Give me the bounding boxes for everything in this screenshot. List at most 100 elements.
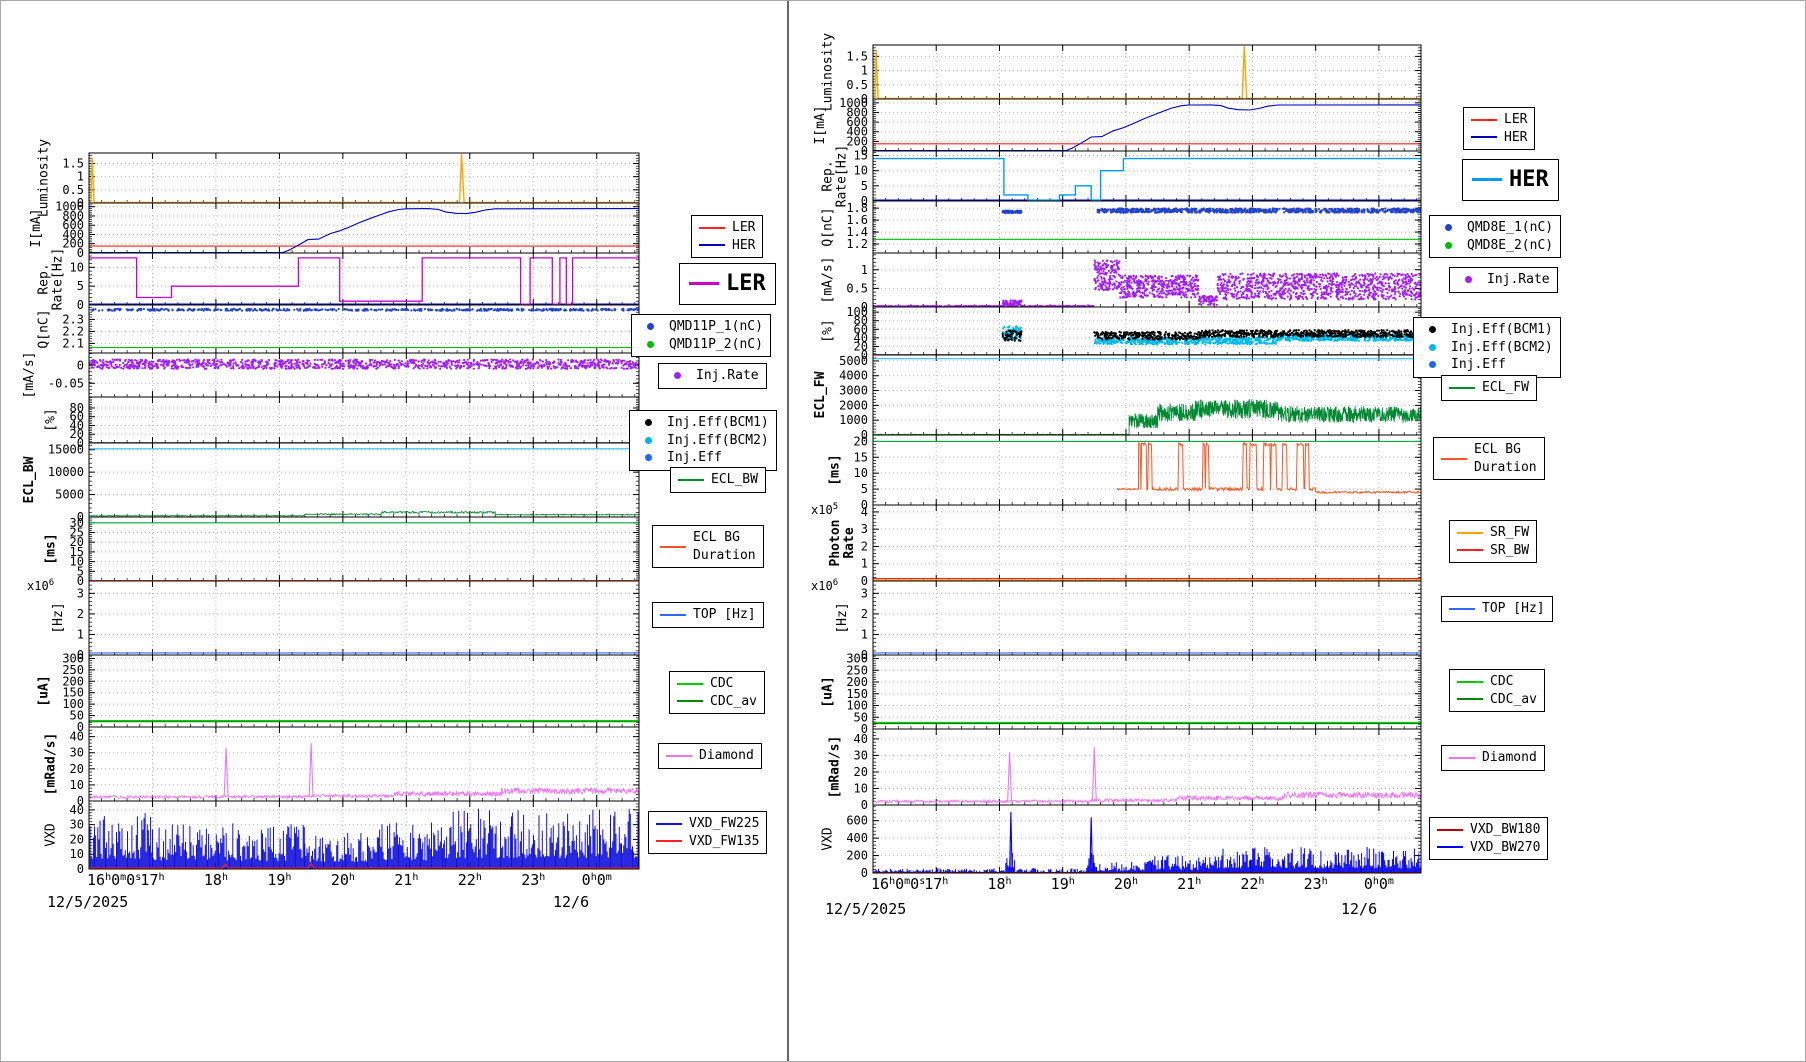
left-subplot-vxd: 010203040VXD [44, 801, 639, 876]
svg-text:VXD: VXD [44, 823, 59, 847]
svg-text:Q[nC]: Q[nC] [820, 207, 835, 246]
svg-text:30: 30 [70, 516, 84, 530]
svg-text:10: 10 [70, 778, 84, 792]
svg-text:40: 40 [70, 730, 84, 744]
svg-text:[ms]: [ms] [44, 533, 59, 564]
svg-text:5000: 5000 [55, 488, 84, 502]
svg-text:5: 5 [861, 179, 868, 193]
svg-text:[Hz]: [Hz] [51, 602, 66, 633]
right-series-ecl [873, 359, 1421, 435]
svg-text:12/5/2025: 12/5/2025 [47, 893, 128, 911]
right-series-lum [873, 46, 1421, 98]
left-series-injrate [89, 358, 640, 370]
svg-text:I[mA]: I[mA] [29, 208, 44, 247]
right-subplot-ecl: 010002000300040005000ECL_FW [813, 354, 1421, 442]
left-series-charge [89, 308, 640, 348]
svg-text:20h: 20h [331, 871, 355, 889]
left-subplot-top: 0123[Hz]x106 [27, 578, 639, 662]
svg-text:0.5: 0.5 [62, 183, 84, 197]
left-series-cdc [89, 721, 639, 722]
svg-text:300: 300 [62, 651, 84, 665]
right-subplot-diamond: 010203040[mRad/s] [828, 729, 1421, 812]
svg-text:30: 30 [70, 746, 84, 760]
right-series-reprate [873, 159, 1421, 201]
svg-text:Luminosity: Luminosity [820, 33, 835, 111]
panel-divider [787, 1, 789, 1061]
left-subplot-current: 02004006008001000I[mA] [29, 200, 639, 260]
left-subplot-ms: 051015202530[ms] [44, 516, 639, 588]
svg-text:1.6: 1.6 [846, 213, 868, 227]
svg-text:[uA]: [uA] [36, 675, 51, 706]
left-subplot-injeff: 020406080[%] [44, 397, 639, 450]
svg-text:Luminosity: Luminosity [36, 139, 51, 217]
charts-svg: 00.511.5Luminosity02004006008001000I[mA]… [1, 1, 1806, 1062]
svg-text:20: 20 [70, 832, 84, 846]
svg-text:40: 40 [70, 803, 84, 817]
left-subplot-lum: 00.511.5Luminosity [36, 139, 639, 217]
svg-text:16h0m0s: 16h0m0s [87, 871, 141, 889]
right-subplot-current: 02004006008001000I[mA] [813, 96, 1421, 158]
svg-text:x106: x106 [27, 578, 54, 593]
svg-text:1.4: 1.4 [846, 225, 868, 239]
left-subplot-reprate: 0 5 10 Rep.Rate[Hz] [37, 248, 639, 312]
left-series-vxd [89, 809, 639, 869]
svg-text:1: 1 [77, 627, 84, 641]
svg-text:2.1: 2.1 [62, 336, 84, 350]
right-series-current [873, 105, 1421, 151]
svg-text:ECL_BW: ECL_BW [22, 456, 37, 503]
right-subplot-ms: 05101520[ms] [828, 434, 1421, 512]
right-series-diamond [873, 747, 1421, 803]
svg-text:19h: 19h [267, 871, 291, 889]
svg-text:1000: 1000 [55, 200, 84, 214]
svg-text:3: 3 [77, 586, 84, 600]
right-series-charge [873, 207, 1422, 239]
right-subplot-injrate: 00.51[mA/s] [820, 253, 1422, 314]
right-subplot-injeff: 020406080100[%] [820, 305, 1421, 362]
svg-text:2.2: 2.2 [62, 324, 84, 338]
right-series-ms [873, 441, 1421, 493]
svg-text:10: 10 [70, 260, 84, 274]
left-subplot-cdc: 050100150200250300[uA] [36, 651, 639, 734]
svg-text:10000: 10000 [48, 465, 84, 479]
svg-text:10: 10 [70, 847, 84, 861]
left-series-reprate [89, 258, 639, 304]
svg-text:0: 0 [77, 298, 84, 312]
svg-text:1.5: 1.5 [62, 157, 84, 171]
svg-text:Rep.: Rep. [37, 263, 52, 294]
right-subplot-reprate: 051015Rep.Rate[Hz] [821, 145, 1421, 208]
left-series-current [89, 209, 639, 253]
left-subplot-ecl: 050001000015000ECL_BW [22, 443, 639, 524]
svg-text:1.5: 1.5 [846, 49, 868, 63]
svg-text:23h: 23h [521, 871, 545, 889]
svg-text:5: 5 [77, 279, 84, 293]
right-series-vxd [873, 812, 1421, 873]
left-series-lum [89, 154, 639, 202]
svg-text:[%]: [%] [44, 408, 59, 431]
left-subplot-diamond: 010203040[mRad/s] [44, 727, 639, 808]
left-series-ecl [89, 449, 639, 516]
right-series-cdc [873, 722, 1421, 723]
svg-text:Rate[Hz]: Rate[Hz] [51, 248, 66, 311]
svg-text:22h: 22h [458, 871, 482, 889]
svg-text:Rate[Hz]: Rate[Hz] [835, 145, 850, 208]
right-panel-chart: 00.511.5Luminosity02004006008001000I[mA]… [811, 33, 1422, 918]
svg-text:2: 2 [77, 607, 84, 621]
svg-text:Rep.: Rep. [821, 160, 836, 191]
svg-text:[mRad/s]: [mRad/s] [44, 733, 59, 796]
svg-text:2.3: 2.3 [62, 312, 84, 326]
left-series-diamond [89, 743, 639, 798]
left-series-ms [89, 523, 639, 581]
svg-text:1000: 1000 [839, 96, 868, 110]
svg-text:10: 10 [854, 164, 868, 178]
svg-text:12/6: 12/6 [553, 893, 589, 911]
svg-text:[mA/s]: [mA/s] [22, 352, 37, 399]
svg-text:-0.05: -0.05 [48, 376, 84, 390]
svg-text:0: 0 [77, 358, 84, 372]
svg-text:15: 15 [854, 149, 868, 163]
svg-text:21h: 21h [394, 871, 418, 889]
right-subplot-vxd: 0200400600VXD [820, 805, 1421, 880]
svg-text:0: 0 [77, 862, 84, 876]
svg-text:1.2: 1.2 [846, 237, 868, 251]
svg-text:1: 1 [861, 64, 868, 78]
right-subplot-cdc: 050100150200250300[uA] [820, 652, 1421, 736]
